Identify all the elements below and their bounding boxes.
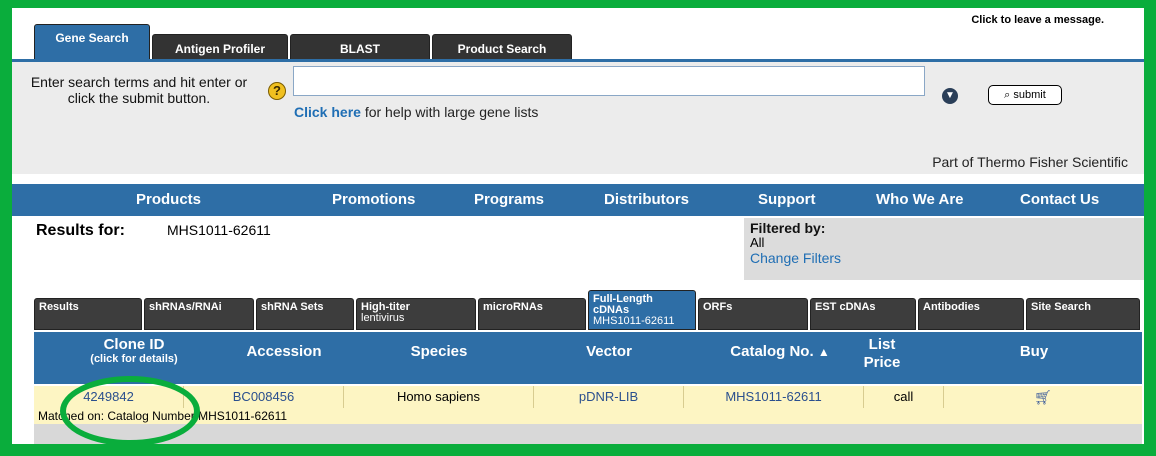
match-info: Matched on: Catalog Number MHS1011-62611 — [34, 408, 1142, 424]
tab-label: microRNAs — [483, 301, 543, 313]
tab-label: shRNA Sets — [261, 301, 324, 313]
cell-accession[interactable]: BC008456 — [184, 386, 344, 408]
tab-label: EST cDNAs — [815, 301, 876, 313]
page: Click to leave a message. Gene Search An… — [12, 8, 1144, 444]
nav-contact-us[interactable]: Contact Us — [1020, 184, 1099, 216]
col-catalog[interactable]: Catalog No. ▲ — [710, 332, 850, 384]
submit-button[interactable]: ⌕ submit — [988, 85, 1062, 105]
part-of-text: Part of Thermo Fisher Scientific — [932, 154, 1128, 170]
table-row: 4249842 BC008456 Homo sapiens pDNR-LIB M… — [34, 386, 1142, 408]
tab-micrornas[interactable]: microRNAs — [478, 298, 586, 330]
help-text: for help with large gene lists — [360, 104, 539, 120]
tab-high-titer[interactable]: High-titer lentivirus — [356, 298, 476, 330]
help-line: Click here for help with large gene list… — [294, 104, 538, 120]
tab-site-search[interactable]: Site Search — [1026, 298, 1140, 330]
tab-label: Results — [39, 301, 79, 313]
cart-icon[interactable]: 🛒︎ — [1034, 389, 1052, 405]
results-query: MHS1011-62611 — [167, 222, 271, 238]
tab-full-length-cdnas[interactable]: Full-Length cDNAs MHS1011-62611 — [588, 290, 696, 330]
col-buy: Buy — [1019, 343, 1049, 360]
help-icon[interactable]: ? — [268, 82, 286, 100]
tab-product-search[interactable]: Product Search — [432, 34, 572, 60]
cell-catalog: MHS1011-62611 — [684, 386, 864, 408]
col-list-price[interactable]: List Price — [852, 332, 912, 384]
results-label: Results for: — [36, 222, 125, 239]
tab-orfs[interactable]: ORFs — [698, 298, 808, 330]
cell-vector[interactable]: pDNR-LIB — [534, 386, 684, 408]
tab-blast[interactable]: BLAST — [290, 34, 430, 60]
nav-distributors[interactable]: Distributors — [604, 184, 689, 216]
leave-message-link[interactable]: Click to leave a message. — [971, 14, 1104, 26]
search-prompt: Enter search terms and hit enter or clic… — [30, 74, 248, 106]
cell-species: Homo sapiens — [344, 386, 534, 408]
tab-est-cdnas[interactable]: EST cDNAs — [810, 298, 916, 330]
nav-who-we-are[interactable]: Who We Are — [876, 184, 964, 216]
tab-label: ORFs — [703, 301, 733, 313]
nav-programs[interactable]: Programs — [474, 184, 544, 216]
nav-support[interactable]: Support — [758, 184, 816, 216]
sort-asc-icon[interactable]: ▲ — [818, 345, 830, 359]
help-link[interactable]: Click here — [294, 104, 361, 120]
tab-results[interactable]: Results — [34, 298, 142, 330]
tab-shrnas[interactable]: shRNAs/RNAi — [144, 298, 254, 330]
tab-label: shRNAs/RNAi — [149, 301, 222, 313]
chevron-down-icon[interactable]: ▼ — [942, 88, 958, 104]
search-panel: Enter search terms and hit enter or clic… — [12, 62, 1144, 174]
cell-buy: 🛒︎ — [944, 386, 1142, 408]
tab-antibodies[interactable]: Antibodies — [918, 298, 1024, 330]
col-vector[interactable]: Vector — [534, 332, 684, 384]
tab-sublabel: MHS1011-62611 — [593, 315, 675, 327]
tab-gene-search[interactable]: Gene Search — [34, 24, 150, 60]
tab-antigen-profiler[interactable]: Antigen Profiler — [152, 34, 288, 60]
table-footer — [34, 424, 1142, 444]
submit-label: submit — [1013, 89, 1046, 101]
tab-label: Antibodies — [923, 301, 980, 313]
col-clone-id-sub: (click for details) — [90, 353, 178, 365]
results-table-header: Clone ID (click for details) Accession S… — [34, 332, 1142, 384]
filter-box: Filtered by: All Change Filters — [744, 218, 1144, 280]
magnifier-icon: ⌕ — [1004, 89, 1011, 101]
col-species[interactable]: Species — [364, 332, 514, 384]
annotation-circle — [60, 376, 200, 444]
tab-sublabel: lentivirus — [361, 312, 405, 324]
tab-label: Site Search — [1031, 301, 1091, 313]
tab-shrna-sets[interactable]: shRNA Sets — [256, 298, 354, 330]
change-filters-link[interactable]: Change Filters — [750, 250, 1138, 266]
nav-products[interactable]: Products — [136, 184, 201, 216]
filter-title: Filtered by: — [750, 220, 826, 236]
col-catalog-label: Catalog No. — [730, 343, 814, 360]
main-nav: Products Promotions Programs Distributor… — [12, 184, 1144, 216]
col-clone-id-label: Clone ID — [103, 336, 165, 353]
filter-value: All — [750, 235, 765, 250]
nav-promotions[interactable]: Promotions — [332, 184, 415, 216]
cell-price: call — [864, 386, 944, 408]
search-input[interactable] — [293, 66, 925, 96]
tab-label: Full-Length cDNAs — [593, 293, 653, 316]
col-accession[interactable]: Accession — [219, 332, 349, 384]
